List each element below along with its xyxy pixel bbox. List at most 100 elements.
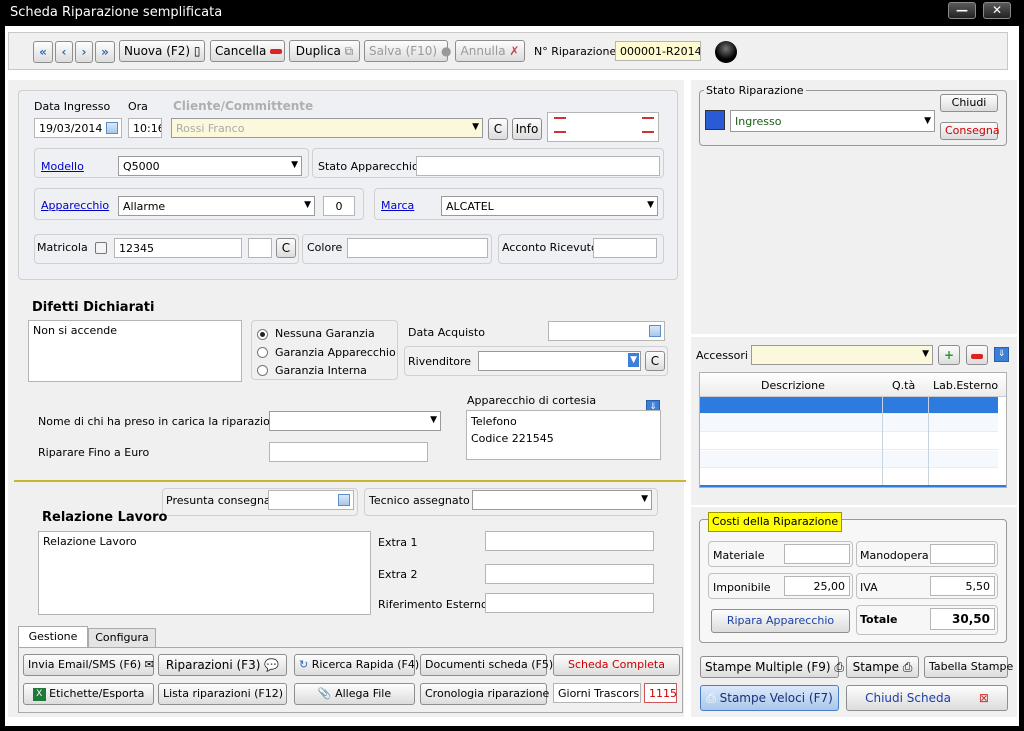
costi-title: Costi della Riparazione: [708, 512, 843, 532]
excel-icon: X: [32, 687, 46, 701]
difetti-title: Difetti Dichiarati: [32, 300, 155, 315]
radio-garanzia-interna[interactable]: [257, 365, 268, 376]
chiudi-stato-button[interactable]: Chiudi: [940, 94, 998, 112]
grid-divider: [928, 397, 929, 487]
add-accessory-icon[interactable]: +: [938, 345, 960, 365]
manodopera-input[interactable]: [930, 544, 995, 564]
minimize-button[interactable]: —: [948, 2, 976, 19]
giorni-label: Giorni Trascorsi: [553, 683, 641, 703]
cliente-select[interactable]: Rossi Franco ▼: [171, 118, 483, 138]
table-row[interactable]: [700, 433, 998, 450]
cancella-button[interactable]: Cancella: [210, 40, 285, 62]
remove-accessory-icon[interactable]: [966, 345, 988, 365]
calendar-icon[interactable]: [338, 494, 350, 506]
rivenditore-select[interactable]: ▼: [478, 351, 641, 371]
riparazioni-button[interactable]: Riparazioni (F3) 💬: [158, 654, 287, 676]
stampe-multiple-button[interactable]: Stampe Multiple (F9) ⎙: [700, 656, 844, 678]
table-row[interactable]: [700, 415, 998, 432]
cliente-c-button[interactable]: C: [488, 118, 508, 140]
matricola-checkbox[interactable]: [95, 242, 107, 254]
radio-garanzia-apparecchio[interactable]: [257, 347, 268, 358]
tab-gestione[interactable]: Gestione: [18, 626, 88, 648]
col-descrizione: Descrizione: [761, 379, 825, 392]
chiudi-scheda-label: Chiudi Scheda: [865, 691, 951, 705]
stato-select[interactable]: Ingresso ▼: [730, 110, 935, 132]
data-ingresso-value: 19/03/2014: [39, 122, 103, 135]
marca-link[interactable]: Marca: [381, 199, 414, 212]
nuova-button[interactable]: Nuova (F2) ▯: [119, 40, 205, 62]
tab-configura[interactable]: Configura: [88, 628, 156, 648]
cortesia-textarea[interactable]: Telefono Codice 221545: [466, 410, 661, 460]
cancel-x-icon: ✗: [509, 44, 520, 58]
stato-title: Stato Riparazione: [704, 84, 806, 97]
consegna-button[interactable]: Consegna: [940, 122, 1000, 140]
info-button[interactable]: Info: [512, 118, 542, 140]
stampe-veloci-button[interactable]: ⎙ Stampe Veloci (F7): [700, 685, 839, 711]
close-window-button[interactable]: ✕: [983, 2, 1011, 19]
tabella-stampe-button[interactable]: Tabella Stampe: [924, 656, 1013, 678]
modello-select[interactable]: Q5000 ▼: [118, 156, 302, 176]
riferimento-input[interactable]: [485, 593, 654, 613]
chiudi-scheda-button[interactable]: Chiudi Scheda ⊠: [846, 685, 1008, 711]
stampe-button[interactable]: Stampe ⎙: [846, 656, 919, 678]
ricerca-rapida-label: Ricerca Rapida (F4): [311, 658, 420, 671]
annulla-button[interactable]: Annulla ✗: [455, 40, 525, 62]
duplica-button[interactable]: Duplica ⧉: [289, 40, 360, 62]
radio-nessuna-garanzia[interactable]: [257, 329, 268, 340]
rivenditore-c-button[interactable]: C: [645, 351, 665, 371]
email-sms-button[interactable]: Invia Email/SMS (F6) ✉: [23, 654, 154, 676]
presa-carico-select[interactable]: ▼: [269, 411, 441, 431]
extra2-input[interactable]: [485, 564, 654, 584]
presunta-input[interactable]: [268, 490, 354, 510]
extra1-input[interactable]: [485, 531, 654, 551]
matricola-c-button[interactable]: C: [276, 238, 296, 258]
accessori-select[interactable]: ▼: [751, 345, 933, 365]
arrow-down-icon[interactable]: ⇓: [994, 347, 1009, 362]
apparecchio-value: Allarme: [123, 200, 166, 213]
matricola-input[interactable]: 12345: [114, 238, 242, 258]
stato-apparecchio-input[interactable]: [416, 156, 660, 176]
colore-input[interactable]: [347, 238, 488, 258]
matricola-extra[interactable]: [248, 238, 272, 258]
nriparazione-field[interactable]: 000001-R2014: [615, 41, 701, 61]
documenti-button[interactable]: Documenti scheda (F5): [420, 654, 553, 676]
cronologia-button[interactable]: Cronologia riparazione: [420, 683, 549, 705]
salva-button[interactable]: Salva (F10) ●: [364, 40, 451, 62]
table-row[interactable]: [700, 397, 998, 414]
apparecchio-link[interactable]: Apparecchio: [41, 199, 109, 212]
marca-select[interactable]: ALCATEL ▼: [441, 196, 658, 216]
table-row[interactable]: [700, 451, 998, 468]
etichette-button[interactable]: X Etichette/Esporta: [23, 683, 154, 705]
difetti-textarea[interactable]: Non si accende: [28, 320, 242, 382]
prev-record-button[interactable]: ‹: [55, 41, 73, 63]
data-acquisto-input[interactable]: [548, 321, 665, 341]
tecnico-select[interactable]: ▼: [472, 490, 652, 510]
accessori-panel: Accessori ▼ + ⇓ Descrizione Q.tà Lab.Est…: [691, 337, 1017, 505]
calendar-icon[interactable]: [649, 325, 661, 337]
materiale-input[interactable]: [784, 544, 850, 564]
first-record-button[interactable]: «: [33, 41, 53, 63]
last-record-button[interactable]: »: [95, 41, 115, 63]
table-row[interactable]: [700, 469, 998, 486]
next-record-button[interactable]: ›: [75, 41, 93, 63]
red-line-icon: [554, 131, 566, 133]
grid-footer-bar: [700, 485, 1006, 487]
ora-input[interactable]: 10:16: [128, 118, 162, 138]
refresh-icon: ↻: [299, 658, 309, 671]
allega-file-button[interactable]: 📎 Allega File: [294, 683, 415, 705]
ricerca-rapida-button[interactable]: ↻ Ricerca Rapida (F4): [294, 654, 419, 676]
apparecchio-qty[interactable]: 0: [323, 196, 355, 216]
ripara-apparecchio-button[interactable]: Ripara Apparecchio: [711, 609, 850, 633]
riparare-fino-label: Riparare Fino a Euro: [38, 446, 150, 459]
scheda-completa-button[interactable]: Scheda Completa: [553, 654, 680, 676]
totale-value: 30,50: [930, 608, 995, 630]
riparare-fino-input[interactable]: [269, 442, 428, 462]
data-ingresso-input[interactable]: 19/03/2014: [34, 118, 122, 138]
lista-riparazioni-button[interactable]: Lista riparazioni (F12): [158, 683, 287, 705]
calendar-icon[interactable]: [106, 122, 118, 134]
relazione-textarea[interactable]: Relazione Lavoro: [38, 531, 371, 615]
colore-label: Colore: [307, 241, 343, 254]
apparecchio-select[interactable]: Allarme ▼: [118, 196, 315, 216]
acconto-input[interactable]: [593, 238, 657, 258]
modello-link[interactable]: Modello: [41, 160, 84, 173]
